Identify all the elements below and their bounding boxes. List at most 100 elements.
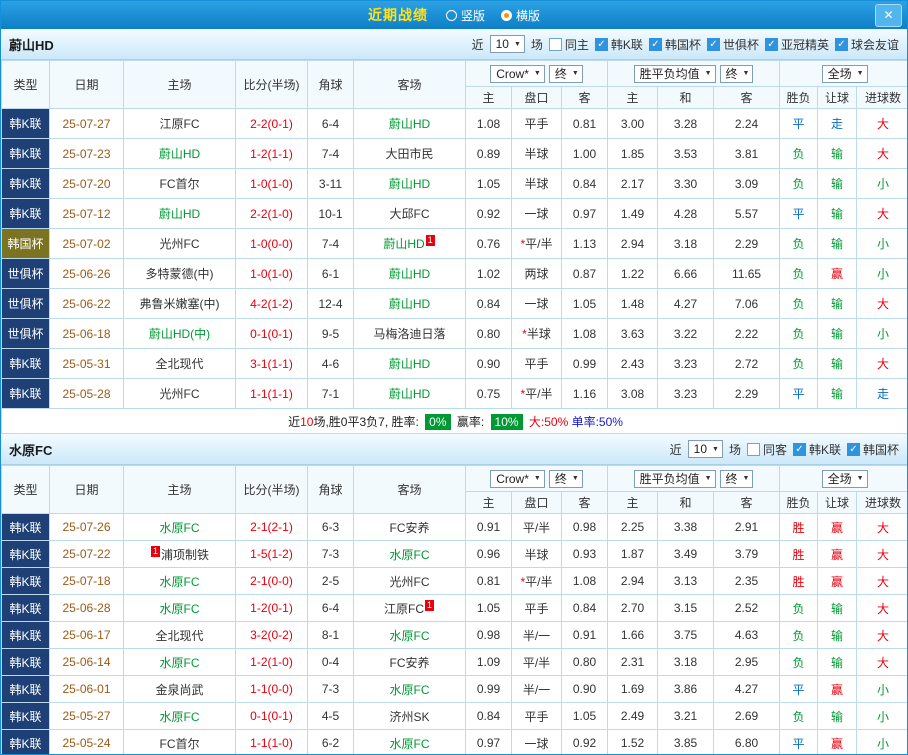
match-type: 韩国杯 [2,229,50,259]
filter-option[interactable]: 同客 [747,441,787,458]
score-link[interactable]: 3-2(0-2) [250,628,293,642]
euro-draw-odds: 3.86 [658,676,714,703]
home-team-link[interactable]: 蔚山HD(中) [149,327,210,341]
match-row: 韩K联25-07-221浦项制铁1-5(1-2)7-3水原FC0.96半球0.9… [2,541,908,568]
away-team-link[interactable]: 水原FC [390,548,430,562]
score-link[interactable]: 4-2(1-2) [250,297,293,311]
score-link[interactable]: 1-2(1-0) [250,655,293,669]
score-link[interactable]: 1-5(1-2) [250,547,293,561]
score-link[interactable]: 2-1(2-1) [250,520,293,534]
bookmaker-select[interactable]: Crow*▼ [490,470,545,488]
filter-option[interactable]: ✓世俱杯 [707,36,759,53]
home-team-link[interactable]: 水原FC [160,602,200,616]
away-team-link[interactable]: 蔚山HD [389,177,430,191]
scope-select[interactable]: 全场▼ [822,470,868,488]
home-team: 金泉尚武 [155,683,203,697]
home-team-link[interactable]: 蔚山HD [159,147,200,161]
stage-select[interactable]: 终▼ [720,470,754,488]
bookmaker-select[interactable]: Crow*▼ [490,65,545,83]
away-team-link[interactable]: 江原FC [384,602,424,616]
score-link[interactable]: 1-0(1-0) [250,177,293,191]
home-team-link[interactable]: 水原FC [160,710,200,724]
score-link[interactable]: 2-2(0-1) [250,117,293,131]
radio-vertical-layout[interactable]: 竖版 [446,7,485,24]
away-team-link[interactable]: 蔚山HD [389,267,430,281]
filter-option[interactable]: ✓韩国杯 [847,441,899,458]
away-team-link[interactable]: 蔚山HD [389,357,430,371]
score-link[interactable]: 3-1(1-1) [250,357,293,371]
euro-away-odds: 3.79 [714,541,780,568]
away-team-link[interactable]: 济州SK [389,710,429,724]
away-team-link[interactable]: 蔚山HD [389,117,430,131]
scope-select[interactable]: 全场▼ [822,65,868,83]
stage-select[interactable]: 终▼ [549,65,583,83]
away-team-link[interactable]: 水原FC [390,683,430,697]
score-link[interactable]: 2-1(0-0) [250,574,293,588]
home-team-link[interactable]: FC首尔 [160,177,200,191]
home-team-link[interactable]: 浦项制铁 [161,548,209,562]
away-team-link[interactable]: 大邱FC [390,207,430,221]
euro-draw-odds: 3.85 [658,730,714,755]
score-link[interactable]: 1-1(1-1) [250,387,293,401]
score-link[interactable]: 1-2(0-1) [250,601,293,615]
score-link[interactable]: 2-2(1-0) [250,207,293,221]
score-link[interactable]: 1-1(1-0) [250,736,293,750]
asia-home-odds: 0.75 [466,379,512,409]
filter-option[interactable]: ✓球会友谊 [835,36,899,53]
stage-select[interactable]: 终▼ [549,470,583,488]
away-team-link[interactable]: FC安养 [390,656,430,670]
home-team-link[interactable]: 水原FC [160,656,200,670]
match-type: 韩K联 [2,139,50,169]
home-team-link[interactable]: 全北现代 [155,629,203,643]
close-button[interactable]: ✕ [875,4,902,27]
score-link[interactable]: 1-1(0-0) [250,682,293,696]
score-link[interactable]: 0-1(0-1) [250,709,293,723]
home-team-link[interactable]: 水原FC [160,521,200,535]
euro-away-odds: 2.95 [714,649,780,676]
result-wdl: 平 [780,199,818,229]
home-team-link[interactable]: 江原FC [160,117,200,131]
near-label: 近 [670,441,682,458]
filter-option[interactable]: ✓韩国杯 [649,36,701,53]
away-team-link[interactable]: 水原FC [390,737,430,751]
odds-average-select[interactable]: 胜平负均值▼ [634,470,716,488]
euro-away-odds: 4.27 [714,676,780,703]
match-row: 韩K联25-07-12蔚山HD2-2(1-0)10-1大邱FC0.92一球0.9… [2,199,908,229]
away-team-link[interactable]: 蔚山HD [383,237,424,251]
stage-select[interactable]: 终▼ [720,65,754,83]
away-team: 大邱FC [390,207,430,221]
home-team-link[interactable]: 弗鲁米嫩塞(中) [140,297,220,311]
away-team-link[interactable]: 蔚山HD [389,387,430,401]
score-link[interactable]: 1-0(0-0) [250,237,293,251]
radio-horizontal-layout[interactable]: 横版 [501,7,540,24]
matches-count-select[interactable]: 10▼ [490,35,525,53]
away-team-link[interactable]: 光州FC [390,575,430,589]
filter-option[interactable]: ✓韩K联 [793,441,841,458]
euro-draw-odds: 3.23 [658,349,714,379]
away-team-link[interactable]: 大田市民 [385,147,433,161]
filter-option[interactable]: 同主 [549,36,589,53]
home-team-link[interactable]: 蔚山HD [159,207,200,221]
away-team-link[interactable]: 水原FC [390,629,430,643]
matches-count-select[interactable]: 10▼ [688,440,723,458]
score-link[interactable]: 1-0(1-0) [250,267,293,281]
score-link[interactable]: 0-1(0-1) [250,327,293,341]
home-team-link[interactable]: FC首尔 [160,737,200,751]
filter-option[interactable]: ✓韩K联 [595,36,643,53]
home-team-link[interactable]: 光州FC [160,237,200,251]
result-handicap: 输 [818,379,857,409]
home-team-link[interactable]: 水原FC [160,575,200,589]
home-team-cell: 弗鲁米嫩塞(中) [124,289,236,319]
euro-home-odds: 3.63 [608,319,658,349]
score-link[interactable]: 1-2(1-1) [250,147,293,161]
away-team-link[interactable]: 蔚山HD [389,297,430,311]
away-team-link[interactable]: FC安养 [390,521,430,535]
filter-option[interactable]: ✓亚冠精英 [765,36,829,53]
home-team-link[interactable]: 多特蒙德(中) [146,267,214,281]
score-cell: 1-0(1-0) [236,259,308,289]
home-team-link[interactable]: 全北现代 [155,357,203,371]
odds-average-select[interactable]: 胜平负均值▼ [634,65,716,83]
home-team-link[interactable]: 光州FC [160,387,200,401]
home-team-link[interactable]: 金泉尚武 [155,683,203,697]
away-team-link[interactable]: 马梅洛迪日落 [373,327,445,341]
